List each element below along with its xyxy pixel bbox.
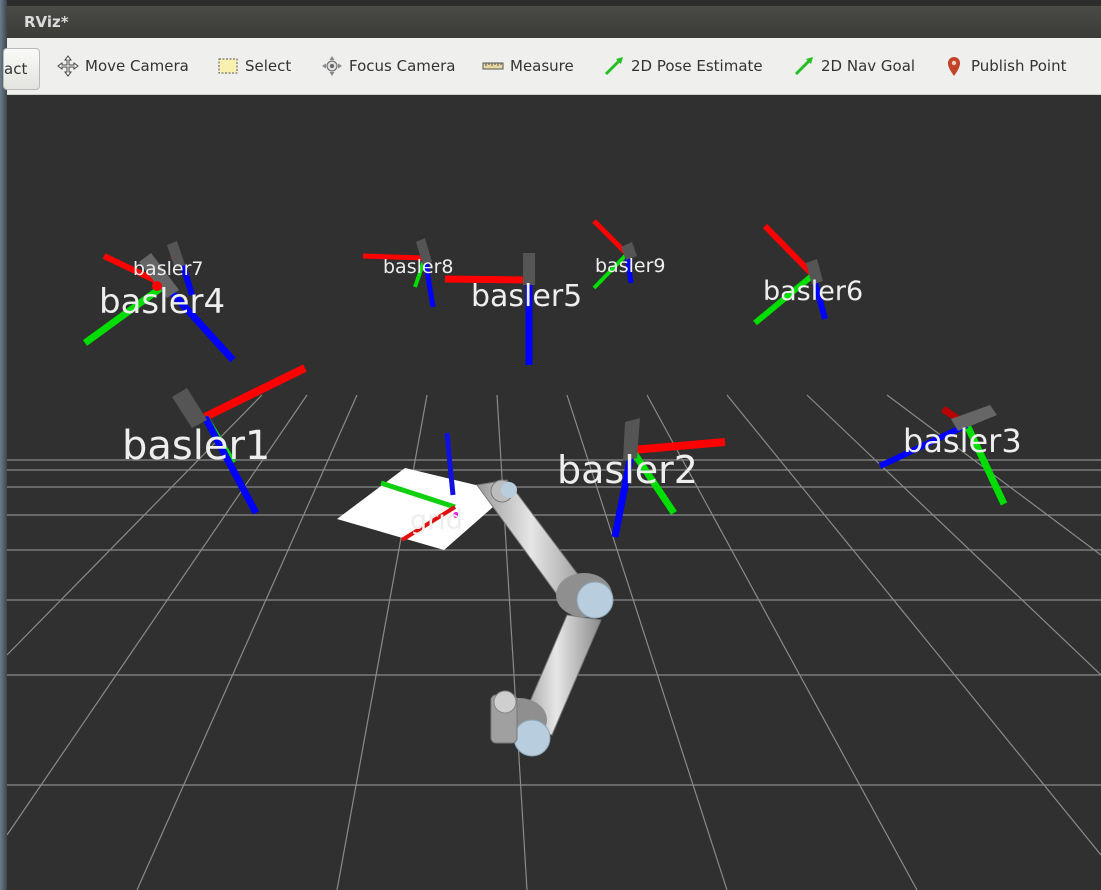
rviz-window: RViz* act Move Camera Select Focus Camer… [0, 0, 1101, 890]
frame-label-basler9: basler9 [595, 255, 665, 277]
pose-estimate-button[interactable]: 2D Pose Estimate [603, 52, 763, 80]
measure-tool-button[interactable]: Measure [482, 52, 574, 80]
publish-point-button[interactable]: Publish Point [943, 52, 1066, 80]
move-camera-icon [57, 55, 79, 77]
frame-label-basler5: basler5 [471, 279, 582, 314]
tool-bar: act Move Camera Select Focus Camera Meas… [3, 38, 1101, 95]
nav-goal-label: 2D Nav Goal [821, 57, 916, 75]
frame-label-grid: grid [410, 505, 463, 536]
interact-tool-button[interactable]: act [3, 48, 41, 90]
focus-camera-icon [321, 55, 343, 77]
green-arrow-icon [793, 55, 815, 77]
publish-point-label: Publish Point [971, 57, 1067, 75]
select-label: Select [245, 57, 292, 75]
measure-label: Measure [510, 57, 574, 75]
title-bar: RViz* [7, 6, 1101, 38]
frame-label-basler1: basler1 [122, 423, 270, 469]
map-pin-icon [943, 55, 965, 77]
frame-label-basler4: basler4 [99, 282, 225, 322]
robot-arm [476, 479, 614, 757]
nav-goal-button[interactable]: 2D Nav Goal [793, 52, 915, 80]
pose-estimate-label: 2D Pose Estimate [631, 57, 763, 75]
frame-label-basler7: basler7 [133, 258, 203, 280]
green-arrow-icon [603, 55, 625, 77]
move-camera-label: Move Camera [85, 57, 189, 75]
frame-label-basler6: basler6 [763, 276, 863, 307]
ground-grid [7, 394, 1101, 890]
move-camera-button[interactable]: Move Camera [57, 52, 189, 80]
focus-camera-button[interactable]: Focus Camera [321, 52, 455, 80]
select-icon [217, 55, 239, 77]
3d-render-view[interactable]: basler1 basler2 basler3 basler4 basler5 … [7, 95, 1101, 890]
select-tool-button[interactable]: Select [217, 52, 291, 80]
frame-label-basler3: basler3 [903, 422, 1022, 460]
ruler-icon [482, 55, 504, 77]
interact-tool-label: act [4, 60, 28, 78]
window-title: RViz* [24, 13, 69, 31]
camera-frame-basler6 [753, 223, 828, 326]
frame-label-basler2: basler2 [557, 448, 698, 492]
focus-camera-label: Focus Camera [349, 57, 456, 75]
desktop-edge [0, 0, 7, 890]
frame-label-basler8: basler8 [383, 256, 453, 278]
